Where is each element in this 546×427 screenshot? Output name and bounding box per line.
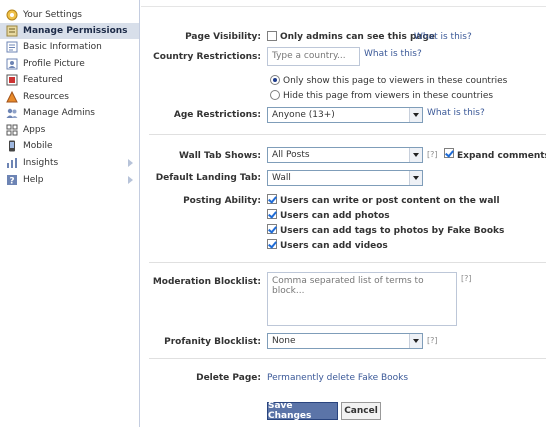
- country-restrictions-label: Country Restrictions:: [153, 52, 261, 62]
- profanity-blocklist-select[interactable]: None: [267, 333, 423, 349]
- hide-countries-radio[interactable]: [270, 90, 280, 100]
- sidebar-item-label: Featured: [23, 75, 63, 85]
- save-changes-button[interactable]: Save Changes: [267, 401, 338, 421]
- posting-videos-checkbox[interactable]: [267, 239, 277, 249]
- age-restrictions-label: Age Restrictions:: [173, 110, 261, 120]
- country-input[interactable]: Type a country...: [267, 47, 360, 66]
- chevron-down-icon[interactable]: [409, 108, 422, 122]
- posting-tags-label: Users can add tags to photos by Fake Boo…: [280, 226, 505, 236]
- sidebar-item-label: Resources: [23, 92, 69, 102]
- divider: [149, 134, 546, 135]
- permissions-form: Page Visibility: Only admins can see thi…: [141, 0, 546, 427]
- permissions-icon: [6, 25, 18, 37]
- age-restrictions-help-link[interactable]: What is this?: [427, 108, 485, 118]
- delete-page-link[interactable]: Permanently delete Fake Books: [267, 373, 408, 383]
- divider: [149, 358, 546, 359]
- country-restrictions-help-link[interactable]: What is this?: [364, 49, 422, 59]
- profanity-blocklist-label: Profanity Blocklist:: [164, 337, 261, 347]
- chevron-right-icon: [128, 176, 133, 184]
- help-icon: ?: [6, 174, 18, 186]
- posting-tags-checkbox[interactable]: [267, 224, 277, 234]
- sidebar-item-insights[interactable]: Insights: [0, 155, 139, 171]
- svg-text:?: ?: [9, 177, 14, 187]
- settings-icon: [6, 9, 18, 21]
- featured-icon: [6, 74, 18, 86]
- posting-ability-label: Posting Ability:: [183, 196, 261, 206]
- sidebar-item-your-settings[interactable]: Your Settings: [0, 7, 139, 23]
- posting-videos-label: Users can add videos: [280, 241, 388, 251]
- sidebar-item-help[interactable]: ? Help: [0, 172, 139, 188]
- sidebar-item-label: Insights: [23, 158, 59, 168]
- chevron-down-icon[interactable]: [409, 171, 422, 185]
- only-admins-label: Only admins can see this page: [280, 32, 436, 42]
- posting-photos-checkbox[interactable]: [267, 209, 277, 219]
- wall-tab-shows-select[interactable]: All Posts: [267, 147, 423, 163]
- sidebar-item-profile-picture[interactable]: Profile Picture: [0, 56, 139, 72]
- divider: [141, 6, 546, 7]
- sidebar-item-label: Manage Permissions: [23, 26, 128, 36]
- moderation-blocklist-help[interactable]: [?]: [461, 274, 472, 283]
- sidebar-item-label: Apps: [23, 125, 46, 135]
- expand-comments-checkbox[interactable]: [444, 148, 454, 158]
- age-restrictions-value: Anyone (13+): [272, 110, 335, 120]
- chevron-down-icon[interactable]: [409, 148, 422, 162]
- sidebar-item-label: Basic Information: [23, 42, 102, 52]
- info-icon: [6, 41, 18, 53]
- profanity-blocklist-help[interactable]: [?]: [427, 336, 438, 345]
- divider: [149, 262, 546, 263]
- wall-tab-shows-value: All Posts: [272, 150, 310, 160]
- sidebar-item-label: Profile Picture: [23, 59, 85, 69]
- default-landing-tab-label: Default Landing Tab:: [155, 173, 261, 183]
- only-show-countries-label: Only show this page to viewers in these …: [283, 76, 508, 86]
- sidebar-item-basic-information[interactable]: Basic Information: [0, 39, 139, 55]
- only-show-countries-radio[interactable]: [270, 75, 280, 85]
- moderation-blocklist-label: Moderation Blocklist:: [152, 277, 261, 287]
- cancel-button[interactable]: Cancel: [341, 402, 381, 420]
- sidebar: Your Settings Manage Permissions Basic I…: [0, 0, 140, 427]
- mobile-icon: [6, 140, 18, 152]
- insights-icon: [6, 157, 18, 169]
- sidebar-item-resources[interactable]: Resources: [0, 89, 139, 105]
- resources-icon: [6, 91, 18, 103]
- chevron-down-icon[interactable]: [409, 334, 422, 348]
- profanity-blocklist-value: None: [272, 336, 296, 346]
- apps-icon: [6, 124, 18, 136]
- sidebar-item-label: Mobile: [23, 141, 53, 151]
- sidebar-item-featured[interactable]: Featured: [0, 72, 139, 88]
- sidebar-item-apps[interactable]: Apps: [0, 122, 139, 138]
- hide-countries-label: Hide this page from viewers in these cou…: [283, 91, 494, 101]
- posting-photos-label: Users can add photos: [280, 211, 390, 221]
- posting-write-label: Users can write or post content on the w…: [280, 196, 500, 206]
- sidebar-item-label: Manage Admins: [23, 108, 95, 118]
- default-landing-tab-select[interactable]: Wall: [267, 170, 423, 186]
- default-landing-tab-value: Wall: [272, 173, 291, 183]
- sidebar-item-mobile[interactable]: Mobile: [0, 138, 139, 154]
- posting-write-checkbox[interactable]: [267, 194, 277, 204]
- sidebar-item-manage-permissions[interactable]: Manage Permissions: [0, 23, 139, 39]
- only-admins-checkbox[interactable]: [267, 31, 277, 41]
- sidebar-item-manage-admins[interactable]: Manage Admins: [0, 105, 139, 121]
- sidebar-item-label: Your Settings: [23, 10, 82, 20]
- page-visibility-help-link[interactable]: What is this?: [414, 32, 472, 42]
- picture-icon: [6, 58, 18, 70]
- expand-comments-label: Expand comments o: [457, 151, 546, 161]
- sidebar-item-label: Help: [23, 175, 44, 185]
- wall-tab-help[interactable]: [?]: [427, 150, 438, 159]
- admins-icon: [6, 107, 18, 119]
- page-visibility-label: Page Visibility:: [185, 32, 261, 42]
- age-restrictions-select[interactable]: Anyone (13+): [267, 107, 423, 123]
- wall-tab-shows-label: Wall Tab Shows:: [179, 151, 261, 161]
- delete-page-label: Delete Page:: [196, 373, 261, 383]
- moderation-blocklist-textarea[interactable]: Comma separated list of terms to block..…: [267, 272, 457, 326]
- chevron-right-icon: [128, 159, 133, 167]
